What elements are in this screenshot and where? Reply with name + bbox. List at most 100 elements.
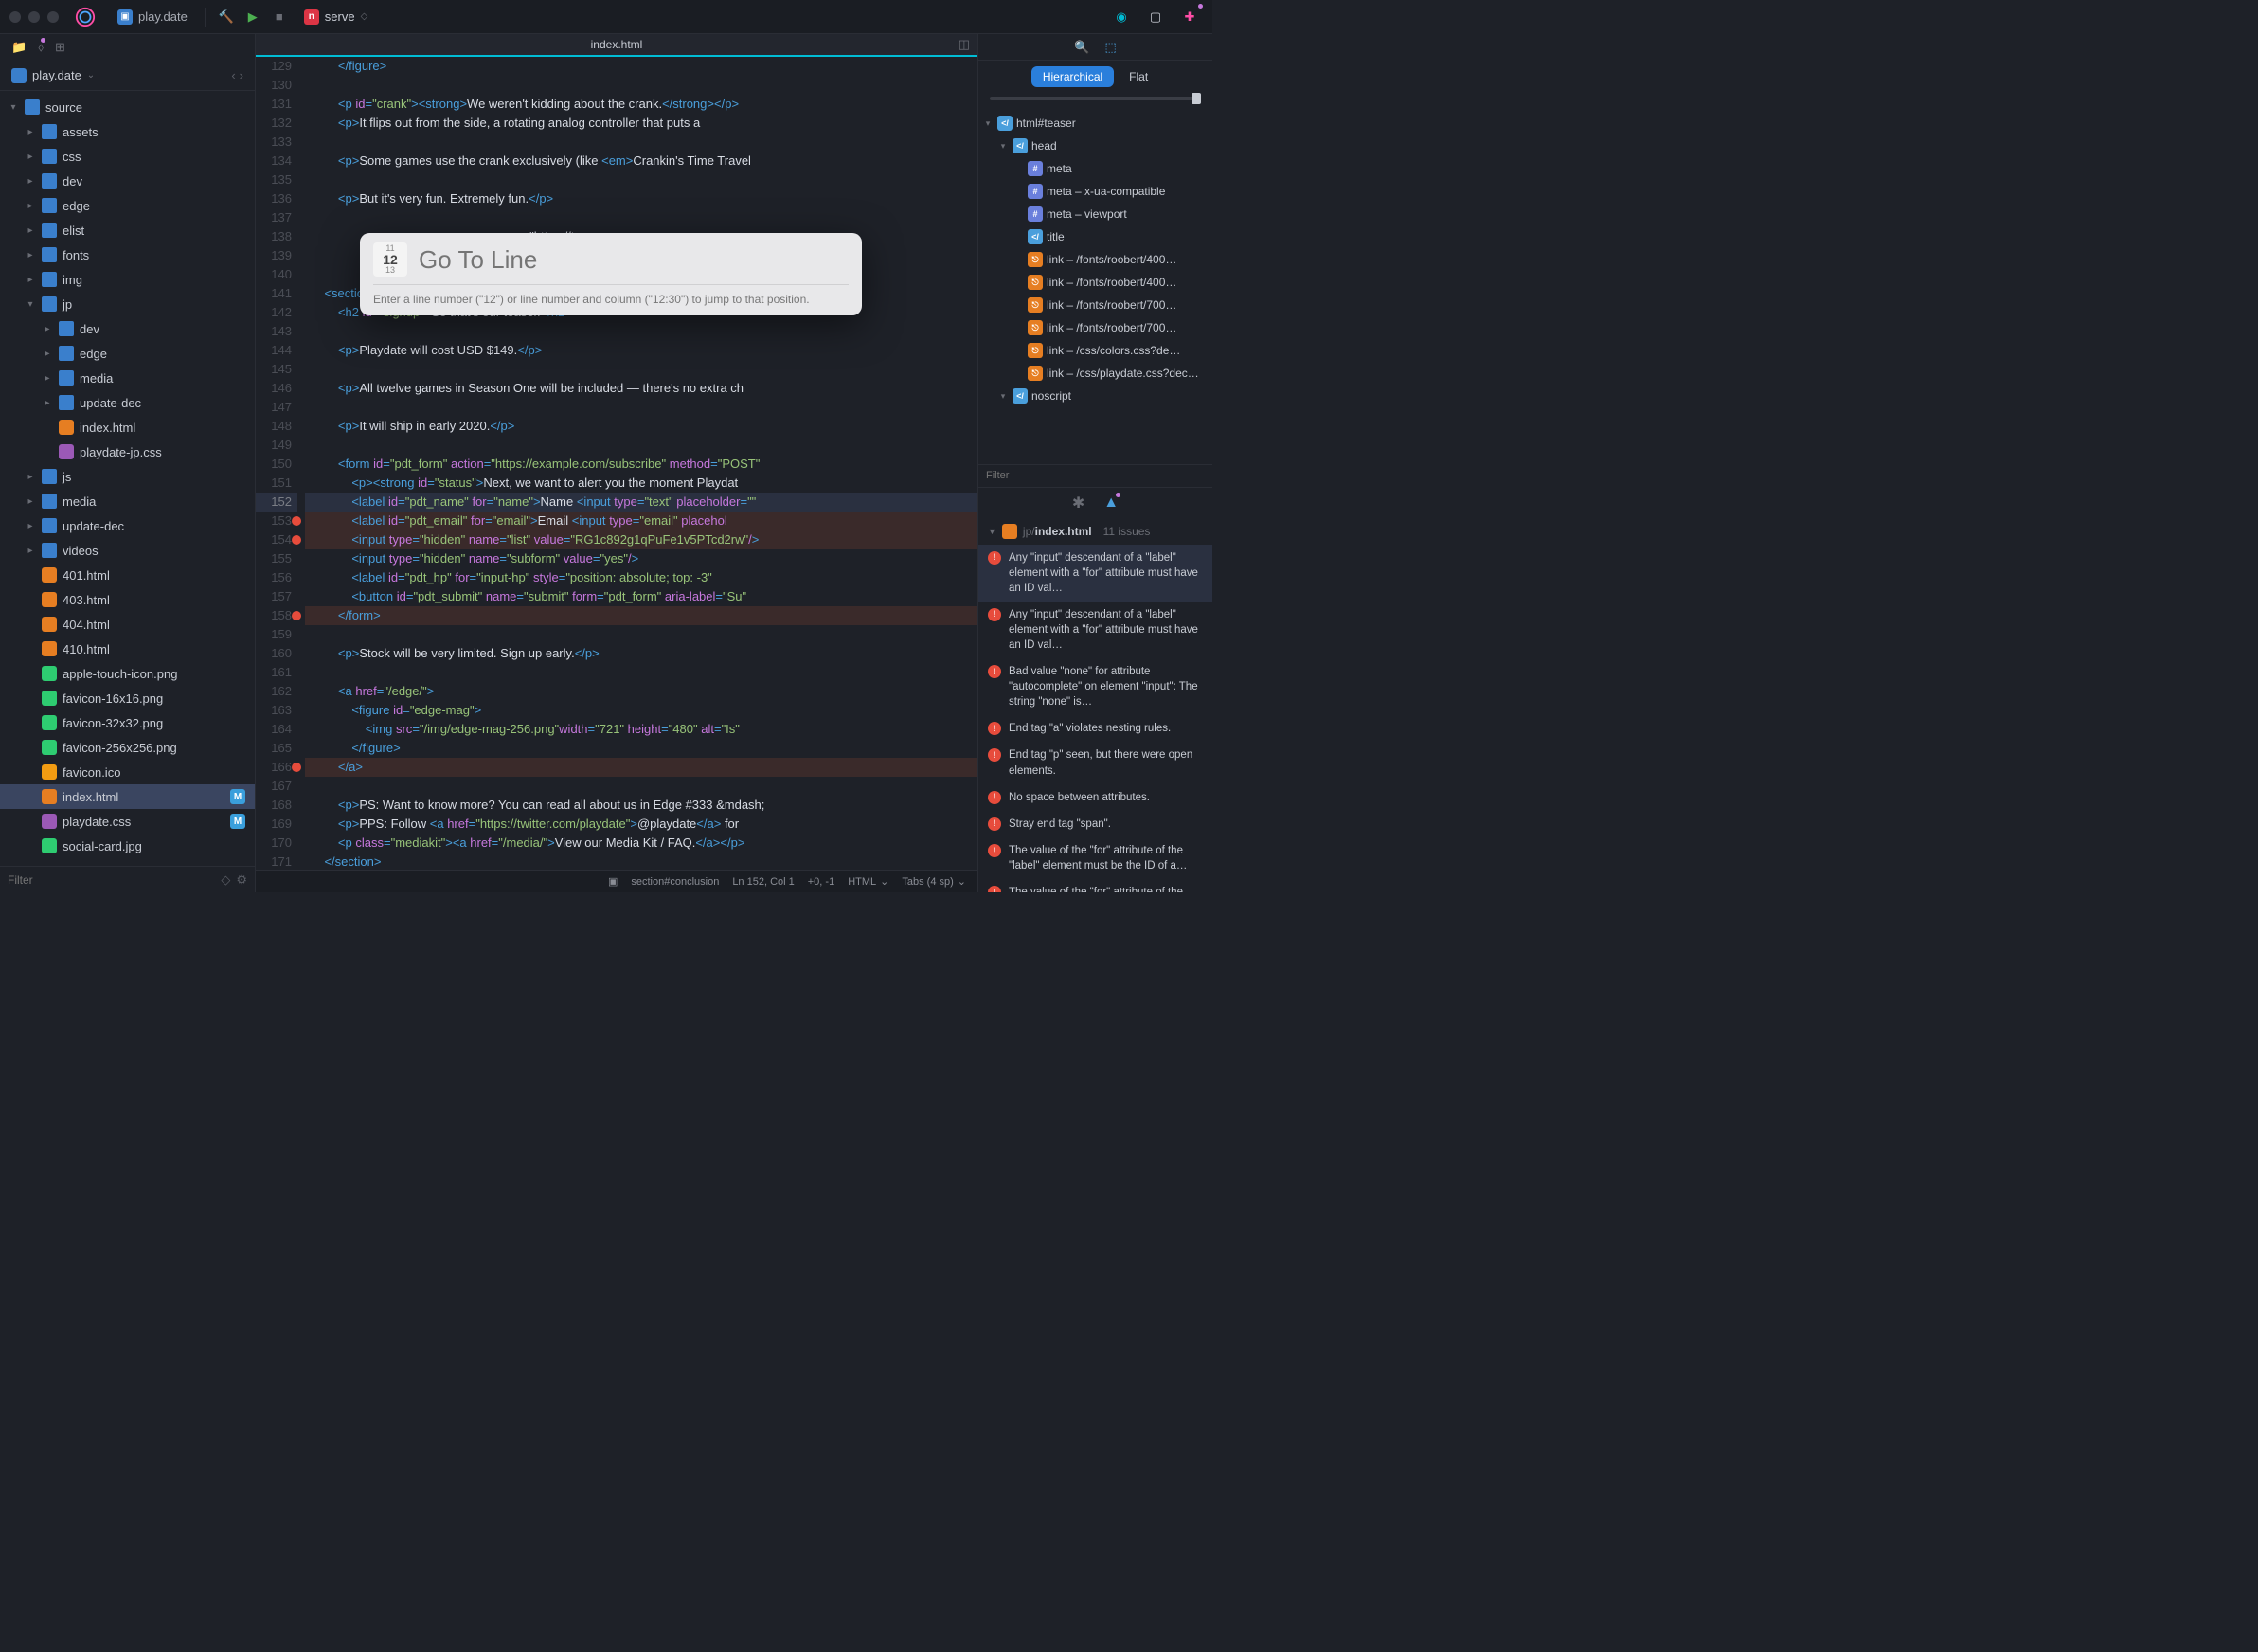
code-line[interactable] [305,777,977,796]
line-number[interactable]: 143 [256,322,297,341]
dom-item[interactable]: ⎋link – /fonts/roobert/700… [978,294,1212,316]
file-item[interactable]: 404.html [0,612,255,637]
stop-button[interactable]: ■ [268,6,291,28]
zoom-window[interactable] [47,11,59,23]
status-path[interactable]: section#conclusion [631,876,719,888]
code-line[interactable]: <p class="mediakit"><a href="/media/">Vi… [305,834,977,853]
line-number[interactable]: 132 [256,114,297,133]
dom-tree[interactable]: ▾</html#teaser▾</head#meta#meta – x-ua-c… [978,108,1212,464]
line-number[interactable]: 138 [256,227,297,246]
dom-item[interactable]: ⎋link – /css/playdate.css?dec… [978,362,1212,385]
code-line[interactable]: <p>But it's very fun. Extremely fun.</p> [305,189,977,208]
code-line[interactable] [305,360,977,379]
code-line[interactable] [305,625,977,644]
line-number[interactable]: 165 [256,739,297,758]
folder-item[interactable]: ▸img [0,267,255,292]
play-button[interactable]: ▶ [242,6,264,28]
files-icon[interactable]: 📁 [11,40,27,55]
code-line[interactable]: <p>All twelve games in Season One will b… [305,379,977,398]
code-line[interactable]: </a> [305,758,977,777]
breadcrumb-icon[interactable]: ▣ [608,875,618,888]
code-line[interactable]: <p>Stock will be very limited. Sign up e… [305,644,977,663]
code-line[interactable]: <label id="pdt_name" for="name">Name <in… [305,493,977,512]
line-number[interactable]: 161 [256,663,297,682]
dom-item[interactable]: ⎋link – /css/colors.css?de… [978,339,1212,362]
file-item[interactable]: 401.html [0,563,255,587]
chevron-icon[interactable]: ▸ [42,398,53,408]
file-item[interactable]: 403.html [0,587,255,612]
line-number[interactable]: 163 [256,701,297,720]
chevron-icon[interactable]: ▸ [25,225,36,236]
code-line[interactable] [305,663,977,682]
hierarchy-icon[interactable]: ⬚ [1104,40,1116,55]
flat-button[interactable]: Flat [1118,66,1159,87]
dom-item[interactable]: ⎋link – /fonts/roobert/700… [978,316,1212,339]
line-number[interactable]: 131 [256,95,297,114]
line-number[interactable]: 139 [256,246,297,265]
code-line[interactable] [305,76,977,95]
file-item[interactable]: apple-touch-icon.png [0,661,255,686]
line-number[interactable]: 170 [256,834,297,853]
code-line[interactable]: <p>PPS: Follow <a href="https://twitter.… [305,815,977,834]
code-line[interactable]: <p><strong id="status">Next, we want to … [305,474,977,493]
chevron-icon[interactable]: ▸ [42,324,53,334]
dom-item[interactable]: #meta [978,157,1212,180]
nav-forward[interactable]: › [240,68,243,82]
code-line[interactable]: <figure id="edge-mag"> [305,701,977,720]
dom-item[interactable]: ▾</noscript [978,385,1212,407]
line-number[interactable]: 168 [256,796,297,815]
dom-item[interactable]: ▾</head [978,135,1212,157]
status-position[interactable]: Ln 152, Col 1 [732,876,794,888]
folder-item[interactable]: ▸videos [0,538,255,563]
file-item[interactable]: playdate.cssM [0,809,255,834]
issue-item[interactable]: !The value of the "for" attribute of the… [978,879,1212,892]
hammer-icon[interactable]: 🔨 [215,6,238,28]
run-config-selector[interactable]: n serve ◇ [296,8,376,27]
preview-icon[interactable]: ◉ [1110,6,1133,28]
editor-filename[interactable]: index.html [591,38,643,51]
issue-item[interactable]: !Any "input" descendant of a "label" ele… [978,545,1212,602]
code-line[interactable]: <form id="pdt_form" action="https://exam… [305,455,977,474]
code-line[interactable]: <p>It flips out from the side, a rotatin… [305,114,977,133]
chevron-icon[interactable]: ▾ [8,102,19,113]
file-item[interactable]: social-card.jpg [0,834,255,858]
panel-icon[interactable]: ▢ [1144,6,1167,28]
chevron-icon[interactable]: ▸ [25,472,36,482]
chevron-icon[interactable]: ▾ [997,141,1009,152]
line-number[interactable]: 151 [256,474,297,493]
chevron-icon[interactable]: ▾ [997,391,1009,402]
line-number[interactable]: 140 [256,265,297,284]
line-number[interactable]: 157 [256,587,297,606]
issues-all-icon[interactable]: ✱ [1072,494,1084,512]
line-number[interactable]: 150 [256,455,297,474]
code-line[interactable]: </section> [305,853,977,870]
issues-warn-icon[interactable]: ▲ [1103,494,1119,512]
issue-item[interactable]: !Any "input" descendant of a "label" ele… [978,602,1212,658]
dom-item[interactable]: ⎋link – /fonts/roobert/400… [978,271,1212,294]
folder-item[interactable]: ▸media [0,366,255,390]
line-number[interactable]: 133 [256,133,297,152]
line-number[interactable]: 160 [256,644,297,663]
line-number[interactable]: 146 [256,379,297,398]
chevron-icon[interactable]: ▾ [982,118,994,129]
symbols-icon[interactable]: ⬨ [38,40,44,55]
depth-slider[interactable] [978,93,1212,108]
line-number[interactable]: 155 [256,549,297,568]
code-line[interactable]: <input type="hidden" name="list" value="… [305,530,977,549]
line-number[interactable]: 169 [256,815,297,834]
error-marker[interactable] [292,535,301,545]
code-line[interactable]: <label id="pdt_hp" for="input-hp" style=… [305,568,977,587]
folder-item[interactable]: ▸update-dec [0,513,255,538]
line-number[interactable]: 164 [256,720,297,739]
code-line[interactable]: <p>PS: Want to know more? You can read a… [305,796,977,815]
line-number[interactable]: 130 [256,76,297,95]
line-number[interactable]: 152 [256,493,297,512]
chevron-icon[interactable]: ▸ [25,521,36,531]
folder-item[interactable]: ▸elist [0,218,255,242]
code-line[interactable] [305,133,977,152]
line-number[interactable]: 147 [256,398,297,417]
folder-item[interactable]: ▸media [0,489,255,513]
folder-item[interactable]: ▸dev [0,169,255,193]
error-marker[interactable] [292,763,301,772]
chevron-icon[interactable]: ▸ [25,496,36,507]
